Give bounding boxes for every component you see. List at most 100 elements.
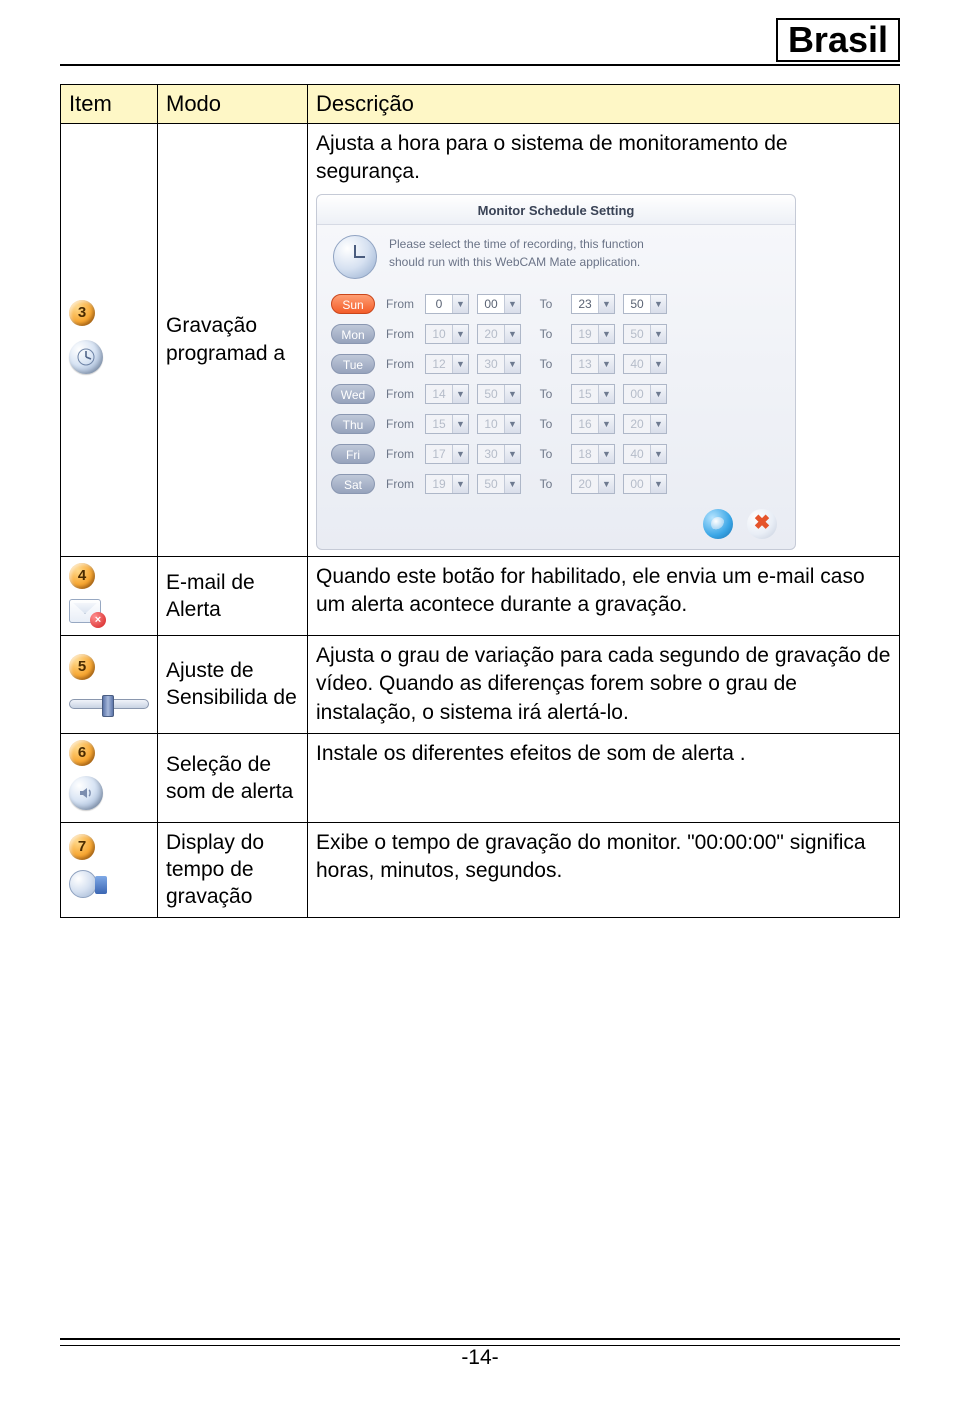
from-hour-combo[interactable]: 0▼ xyxy=(425,294,469,314)
chevron-down-icon[interactable]: ▼ xyxy=(452,355,468,373)
to-min-combo[interactable]: 00▼ xyxy=(623,384,667,404)
from-min-combo[interactable]: 00▼ xyxy=(477,294,521,314)
to-hour-combo[interactable]: 23▼ xyxy=(571,294,615,314)
chevron-down-icon[interactable]: ▼ xyxy=(650,325,666,343)
table-row: 3 Gravação programad a Ajusta a hora par… xyxy=(61,123,900,556)
chevron-down-icon[interactable]: ▼ xyxy=(598,385,614,403)
speaker-icon xyxy=(69,776,103,810)
to-hour-combo[interactable]: 19▼ xyxy=(571,324,615,344)
table-row: 6 Seleção de som de alerta Instale os di… xyxy=(61,733,900,822)
item-number-4: 4 xyxy=(69,563,95,589)
chevron-down-icon[interactable]: ▼ xyxy=(452,415,468,433)
from-label: From xyxy=(383,446,417,462)
chevron-down-icon[interactable]: ▼ xyxy=(504,355,520,373)
schedule-row-thu: Thu From 15▼ 10▼ To 16▼ 20▼ xyxy=(331,409,781,439)
chevron-down-icon[interactable]: ▼ xyxy=(598,475,614,493)
from-hour-combo[interactable]: 10▼ xyxy=(425,324,469,344)
from-label: From xyxy=(383,296,417,312)
modo-som-alerta: Seleção de som de alerta xyxy=(158,733,308,822)
chevron-down-icon[interactable]: ▼ xyxy=(504,295,520,313)
to-min-combo[interactable]: 40▼ xyxy=(623,444,667,464)
schedule-row-mon: MonFrom10▼20▼To19▼50▼ xyxy=(331,319,781,349)
from-min-combo[interactable]: 30▼ xyxy=(477,444,521,464)
schedule-row-sun: SunFrom0▼00▼To23▼50▼ xyxy=(331,289,781,319)
item-number-6: 6 xyxy=(69,740,95,766)
chevron-down-icon[interactable]: ▼ xyxy=(650,445,666,463)
to-label: To xyxy=(529,356,563,372)
to-hour-combo[interactable]: 16▼ xyxy=(571,414,615,434)
schedule-cancel-button[interactable]: ✖ xyxy=(747,509,777,539)
chevron-down-icon[interactable]: ▼ xyxy=(452,325,468,343)
to-label: To xyxy=(529,416,563,432)
to-label: To xyxy=(529,446,563,462)
chevron-down-icon[interactable]: ▼ xyxy=(452,475,468,493)
schedule-ok-button[interactable] xyxy=(703,509,733,539)
to-hour-combo[interactable]: 15▼ xyxy=(571,384,615,404)
to-min-combo[interactable]: 40▼ xyxy=(623,354,667,374)
to-hour-combo[interactable]: 20▼ xyxy=(571,474,615,494)
chevron-down-icon[interactable]: ▼ xyxy=(598,325,614,343)
from-hour-combo[interactable]: 12▼ xyxy=(425,354,469,374)
chevron-down-icon[interactable]: ▼ xyxy=(452,385,468,403)
to-min-combo[interactable]: 50▼ xyxy=(623,294,667,314)
from-min-combo[interactable]: 30▼ xyxy=(477,354,521,374)
item-number-3: 3 xyxy=(69,300,95,326)
desc-email-alerta: Quando este botão for habilitado, ele en… xyxy=(308,556,900,635)
chevron-down-icon[interactable]: ▼ xyxy=(504,475,520,493)
brand-badge: Brasil xyxy=(776,18,900,62)
chevron-down-icon[interactable]: ▼ xyxy=(650,385,666,403)
modo-tempo-gravacao: Display do tempo de gravação xyxy=(158,822,308,917)
day-pill-sun[interactable]: Sun xyxy=(331,294,375,314)
schedule-hint1: Please select the time of recording, thi… xyxy=(389,235,644,253)
chevron-down-icon[interactable]: ▼ xyxy=(504,325,520,343)
table-row: 7 Display do tempo de gravação Exibe o t… xyxy=(61,822,900,917)
desc-tempo-gravacao: Exibe o tempo de gravação do monitor. "0… xyxy=(308,822,900,917)
to-min-combo[interactable]: 20▼ xyxy=(623,414,667,434)
chevron-down-icon[interactable]: ▼ xyxy=(650,295,666,313)
from-label: From xyxy=(383,386,417,402)
from-label: From xyxy=(383,326,417,342)
day-pill-thu[interactable]: Thu xyxy=(331,414,375,434)
day-pill-mon[interactable]: Mon xyxy=(331,324,375,344)
chevron-down-icon[interactable]: ▼ xyxy=(650,475,666,493)
schedule-row-wed: WedFrom14▼50▼To15▼00▼ xyxy=(331,379,781,409)
chevron-down-icon[interactable]: ▼ xyxy=(504,415,520,433)
schedule-row-tue: TueFrom12▼30▼To13▼40▼ xyxy=(331,349,781,379)
day-pill-tue[interactable]: Tue xyxy=(331,354,375,374)
to-hour-combo[interactable]: 18▼ xyxy=(571,444,615,464)
chevron-down-icon[interactable]: ▼ xyxy=(598,445,614,463)
desc-row3-intro: Ajusta a hora para o sistema de monitora… xyxy=(316,130,891,187)
chevron-down-icon[interactable]: ▼ xyxy=(504,385,520,403)
from-hour-combo[interactable]: 14▼ xyxy=(425,384,469,404)
from-min-combo[interactable]: 50▼ xyxy=(477,474,521,494)
to-min-combo[interactable]: 50▼ xyxy=(623,324,667,344)
chevron-down-icon[interactable]: ▼ xyxy=(504,445,520,463)
from-hour-combo[interactable]: 17▼ xyxy=(425,444,469,464)
chevron-down-icon[interactable]: ▼ xyxy=(598,355,614,373)
from-hour-combo[interactable]: 15▼ xyxy=(425,414,469,434)
chevron-down-icon[interactable]: ▼ xyxy=(452,295,468,313)
header-rule xyxy=(60,64,900,66)
desc-sensibilidade: Ajusta o grau de variação para cada segu… xyxy=(308,635,900,733)
page-number: -14- xyxy=(461,1346,498,1369)
chevron-down-icon[interactable]: ▼ xyxy=(650,355,666,373)
to-min-combo[interactable]: 00▼ xyxy=(623,474,667,494)
from-label: From xyxy=(383,416,417,432)
table-header-row: Item Modo Descrição xyxy=(61,84,900,123)
chevron-down-icon[interactable]: ▼ xyxy=(598,295,614,313)
day-pill-fri[interactable]: Fri xyxy=(331,444,375,464)
day-pill-wed[interactable]: Wed xyxy=(331,384,375,404)
from-min-combo[interactable]: 10▼ xyxy=(477,414,521,434)
from-hour-combo[interactable]: 19▼ xyxy=(425,474,469,494)
chevron-down-icon[interactable]: ▼ xyxy=(598,415,614,433)
chevron-down-icon[interactable]: ▼ xyxy=(650,415,666,433)
from-min-combo[interactable]: 20▼ xyxy=(477,324,521,344)
from-min-combo[interactable]: 50▼ xyxy=(477,384,521,404)
desc-som-alerta: Instale os diferentes efeitos de som de … xyxy=(308,733,900,822)
chevron-down-icon[interactable]: ▼ xyxy=(452,445,468,463)
features-table: Item Modo Descrição 3 Gravação programad… xyxy=(60,84,900,918)
to-hour-combo[interactable]: 13▼ xyxy=(571,354,615,374)
schedule-row-fri: Fri From 17▼ 30▼ To 18▼ 40▼ xyxy=(331,439,781,469)
modo-sensibilidade: Ajuste de Sensibilida de xyxy=(158,635,308,733)
day-pill-sat[interactable]: Sat xyxy=(331,474,375,494)
